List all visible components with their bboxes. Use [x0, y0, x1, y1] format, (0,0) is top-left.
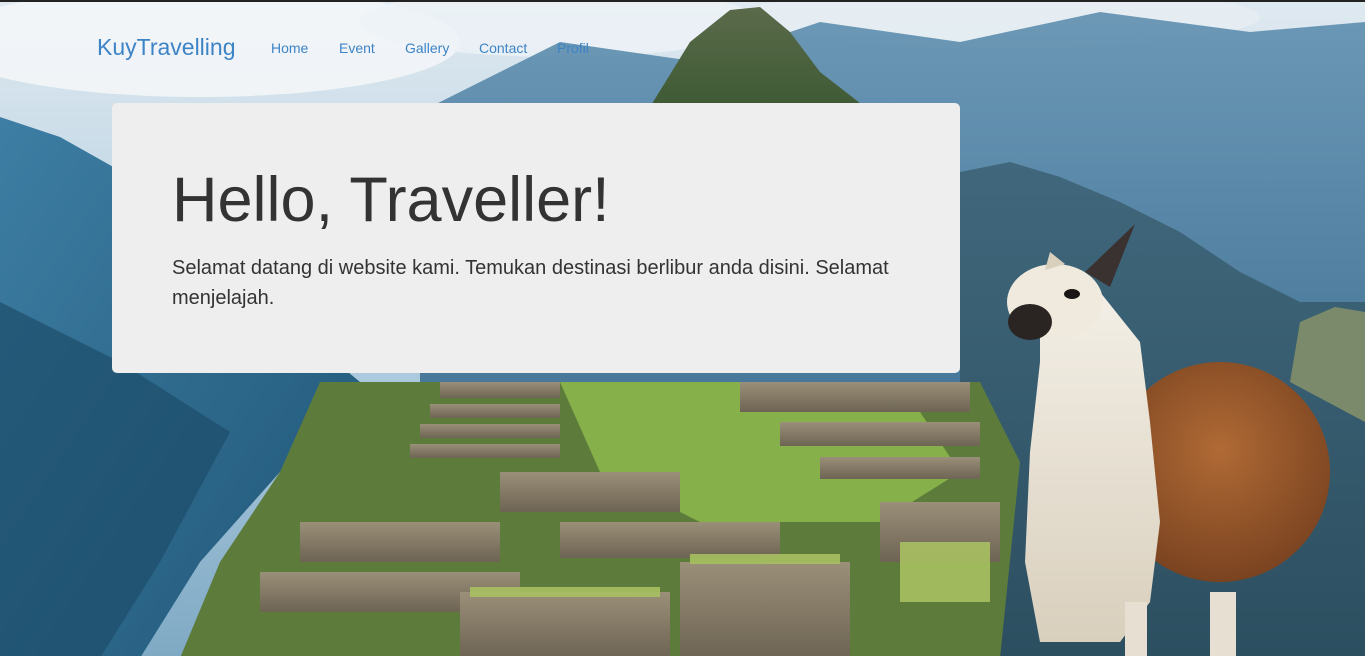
nav-link-contact[interactable]: Contact	[479, 40, 527, 56]
hero-title: Hello, Traveller!	[172, 165, 610, 235]
nav-link-profil[interactable]: Profil	[557, 40, 589, 56]
nav-link-event[interactable]: Event	[339, 40, 375, 56]
page: KuyTravelling Home Event Gallery Contact…	[0, 0, 1365, 656]
nav-link-home[interactable]: Home	[271, 40, 308, 56]
navbar: KuyTravelling Home Event Gallery Contact…	[0, 2, 1365, 94]
hero-jumbotron: Hello, Traveller! Selamat datang di webs…	[112, 103, 960, 373]
brand-link[interactable]: KuyTravelling	[97, 34, 235, 61]
hero-text: Selamat datang di website kami. Temukan …	[172, 257, 889, 309]
nav-link-gallery[interactable]: Gallery	[405, 40, 449, 56]
